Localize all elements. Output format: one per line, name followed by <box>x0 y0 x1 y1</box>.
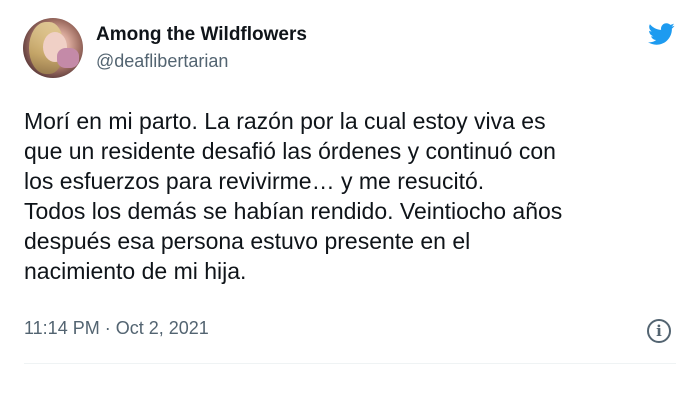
divider <box>24 363 676 364</box>
author-handle[interactable]: @deaflibertarian <box>96 51 228 72</box>
tweet-text-line: los esfuerzos para revivirme… y me resuc… <box>24 168 485 194</box>
tweet-text-line: que un residente desafió las órdenes y c… <box>24 138 556 164</box>
tweet-timestamp[interactable]: 11:14 PM · Oct 2, 2021 <box>24 318 209 339</box>
avatar[interactable] <box>23 18 83 78</box>
tweet-text-line: nacimiento de mi hija. <box>24 258 247 284</box>
tweet-text-line: Morí en mi parto. La razón por la cual e… <box>24 108 546 134</box>
tweet-text-line: después esa persona estuvo presente en e… <box>24 228 471 254</box>
author-display-name[interactable]: Among the Wildflowers <box>96 24 307 46</box>
info-icon[interactable]: i <box>647 319 671 343</box>
tweet-text: Morí en mi parto. La razón por la cual e… <box>24 106 684 286</box>
meta-separator: · <box>104 318 111 338</box>
tweet-time: 11:14 PM <box>24 318 100 338</box>
twitter-bird-icon[interactable] <box>645 20 677 48</box>
tweet-card: Among the Wildflowers @deaflibertarian M… <box>0 0 700 407</box>
avatar-hand <box>57 48 79 68</box>
tweet-date: Oct 2, 2021 <box>115 318 209 338</box>
tweet-text-line: Todos los demás se habían rendido. Veint… <box>24 198 563 224</box>
